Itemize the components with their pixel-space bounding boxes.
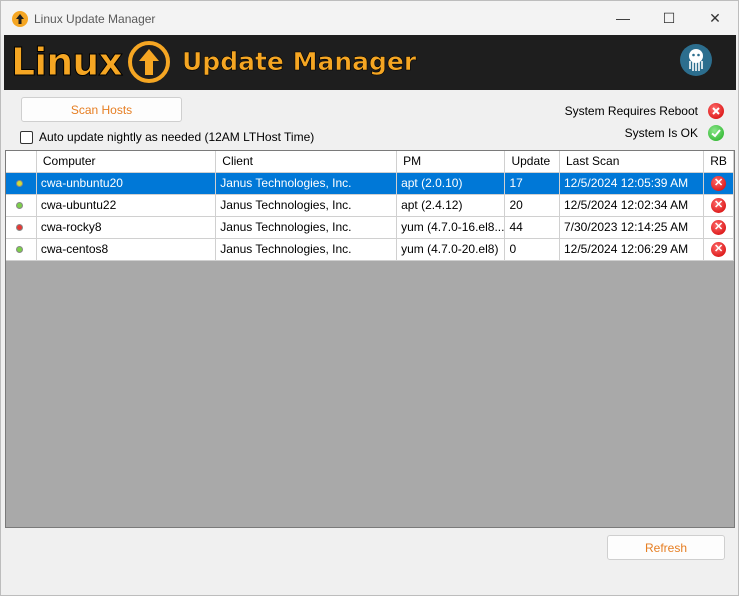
table-header-row: Computer Client PM Update Last Scan RB	[6, 151, 734, 173]
legend-reboot-label: System Requires Reboot	[564, 104, 698, 118]
last-scan-cell: 7/30/2023 12:14:25 AM	[559, 216, 705, 239]
status-cell	[6, 172, 37, 195]
auto-update-label: Auto update nightly as needed (12AM LTHo…	[39, 130, 315, 144]
update-cell: 44	[504, 216, 560, 239]
status-led-icon	[16, 202, 23, 209]
col-header-pm[interactable]: PM	[396, 151, 506, 173]
update-cell: 17	[504, 172, 560, 195]
reboot-required-icon: ✕	[711, 220, 727, 235]
computer-cell: cwa-centos8	[36, 238, 217, 261]
col-header-client[interactable]: Client	[215, 151, 398, 173]
check-icon	[708, 125, 724, 141]
product-title: Update Manager	[182, 47, 417, 77]
pm-cell: yum (4.7.0-20.el8)	[396, 238, 506, 261]
rb-cell: ✕	[703, 216, 734, 239]
last-scan-cell: 12/5/2024 12:02:34 AM	[559, 194, 705, 217]
client-cell: Janus Technologies, Inc.	[215, 194, 398, 217]
title-bar: Linux Update Manager — ☐ ✕	[1, 1, 738, 35]
refresh-button[interactable]: Refresh	[607, 535, 725, 560]
rb-cell: ✕	[703, 238, 734, 261]
update-cell: 0	[504, 238, 560, 261]
status-led-icon	[16, 246, 23, 253]
computer-cell: cwa-ubuntu22	[36, 194, 217, 217]
maximize-button[interactable]: ☐	[646, 1, 692, 35]
client-cell: Janus Technologies, Inc.	[215, 216, 398, 239]
last-scan-cell: 12/5/2024 12:06:29 AM	[559, 238, 705, 261]
computer-cell: cwa-unbuntu20	[36, 172, 217, 195]
rb-cell: ✕	[703, 194, 734, 217]
client-cell: Janus Technologies, Inc.	[215, 172, 398, 195]
minimize-button[interactable]: —	[600, 1, 646, 35]
status-led-icon	[16, 180, 23, 187]
pm-cell: yum (4.7.0-16.el8...	[396, 216, 506, 239]
client-cell: Janus Technologies, Inc.	[215, 238, 398, 261]
app-window: Linux Update Manager — ☐ ✕ Linux Update …	[0, 0, 739, 596]
computer-cell: cwa-rocky8	[36, 216, 217, 239]
col-header-status[interactable]	[6, 151, 37, 173]
hosts-table: Computer Client PM Update Last Scan RB c…	[6, 151, 734, 261]
update-cell: 20	[504, 194, 560, 217]
table-row[interactable]: cwa-rocky8 Janus Technologies, Inc. yum …	[6, 216, 734, 239]
app-icon	[12, 11, 28, 27]
col-header-last-scan[interactable]: Last Scan	[559, 151, 705, 173]
table-row[interactable]: cwa-unbuntu20 Janus Technologies, Inc. a…	[6, 172, 734, 195]
hosts-grid[interactable]: Computer Client PM Update Last Scan RB c…	[5, 150, 735, 528]
rb-cell: ✕	[703, 172, 734, 195]
status-cell	[6, 238, 37, 261]
legend-ok: System Is OK	[625, 125, 724, 141]
header-banner: Linux Update Manager	[4, 35, 736, 90]
auto-update-option[interactable]: Auto update nightly as needed (12AM LTHo…	[20, 130, 314, 144]
legend-ok-label: System Is OK	[624, 126, 698, 140]
col-header-update[interactable]: Update	[504, 151, 560, 173]
legend-reboot: System Requires Reboot	[565, 103, 724, 119]
status-cell	[6, 194, 37, 217]
scan-hosts-button[interactable]: Scan Hosts	[21, 97, 182, 122]
table-row[interactable]: cwa-centos8 Janus Technologies, Inc. yum…	[6, 238, 734, 261]
last-scan-cell: 12/5/2024 12:05:39 AM	[559, 172, 705, 195]
reboot-required-icon	[708, 103, 724, 119]
reboot-required-icon: ✕	[711, 242, 727, 257]
col-header-rb[interactable]: RB	[703, 151, 734, 173]
reboot-required-icon: ✕	[711, 176, 727, 191]
auto-update-checkbox[interactable]	[20, 130, 33, 144]
table-row[interactable]: cwa-ubuntu22 Janus Technologies, Inc. ap…	[6, 194, 734, 217]
pm-cell: apt (2.4.12)	[396, 194, 506, 217]
window-title: Linux Update Manager	[34, 12, 156, 26]
reboot-required-icon: ✕	[711, 198, 727, 213]
close-button[interactable]: ✕	[692, 1, 738, 35]
brand-text: Linux	[11, 40, 124, 85]
up-arrow-circle-icon	[127, 40, 171, 84]
status-cell	[6, 216, 37, 239]
status-led-icon	[16, 224, 23, 231]
octopus-logo-icon	[680, 44, 712, 76]
pm-cell: apt (2.0.10)	[396, 172, 506, 195]
col-header-computer[interactable]: Computer	[36, 151, 217, 173]
